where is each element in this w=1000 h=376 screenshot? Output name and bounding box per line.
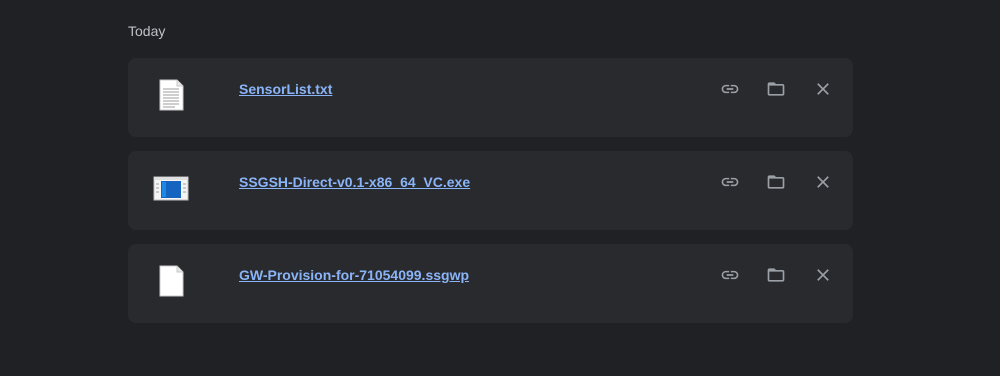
item-actions [714, 168, 840, 192]
item-actions [714, 261, 840, 285]
show-in-folder-button[interactable] [762, 75, 790, 103]
item-actions [714, 75, 840, 99]
close-icon [817, 176, 829, 188]
file-name-link[interactable]: SensorList.txt [239, 80, 332, 98]
file-name-link[interactable]: SSGSH-Direct-v0.1-x86_64_VC.exe [239, 173, 470, 191]
link-icon [721, 270, 739, 280]
show-in-folder-button[interactable] [762, 261, 790, 289]
copy-link-button[interactable] [716, 168, 744, 196]
folder-icon [767, 82, 785, 96]
executable-file-icon [153, 170, 189, 206]
copy-link-button[interactable] [716, 75, 744, 103]
remove-button[interactable] [809, 168, 837, 196]
folder-icon [767, 268, 785, 282]
close-icon [817, 83, 829, 95]
download-item: SensorList.txt [128, 58, 853, 137]
file-name-link[interactable]: GW-Provision-for-71054099.ssgwp [239, 266, 469, 284]
text-file-icon [153, 77, 189, 113]
link-icon [721, 177, 739, 187]
remove-button[interactable] [809, 75, 837, 103]
show-in-folder-button[interactable] [762, 168, 790, 196]
download-item: GW-Provision-for-71054099.ssgwp [128, 244, 853, 323]
generic-file-icon [153, 263, 189, 299]
section-title-today: Today [128, 23, 166, 39]
copy-link-button[interactable] [716, 261, 744, 289]
remove-button[interactable] [809, 261, 837, 289]
download-item: SSGSH-Direct-v0.1-x86_64_VC.exe [128, 151, 853, 230]
folder-icon [767, 175, 785, 189]
close-icon [817, 269, 829, 281]
download-list: SensorList.txt SSGSH-Direct-v0.1-x86_64_… [128, 58, 853, 337]
link-icon [721, 84, 739, 94]
